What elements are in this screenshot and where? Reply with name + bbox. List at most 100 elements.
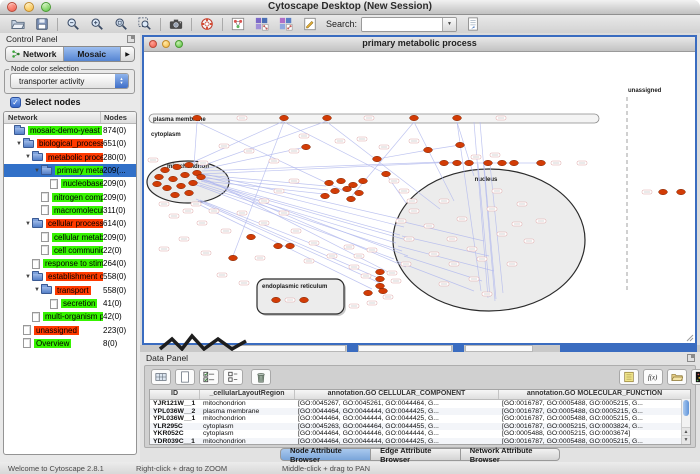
network-node[interactable] xyxy=(169,176,178,181)
expand-arrow-icon[interactable]: ▼ xyxy=(33,287,41,293)
snapshot-camera-icon[interactable] xyxy=(166,16,185,32)
network-edge[interactable] xyxy=(428,145,460,150)
column-header[interactable]: annotation.GO CELLULAR_COMPONENT xyxy=(295,390,499,399)
tree-row[interactable]: multi-organism pro42(0) xyxy=(4,310,136,323)
network-edge[interactable] xyxy=(194,122,197,166)
tab-network[interactable]: Network xyxy=(6,47,64,61)
table-scrollbar[interactable]: ▲ ▼ xyxy=(681,399,690,444)
network-node[interactable] xyxy=(465,160,474,165)
network-node[interactable] xyxy=(189,180,198,185)
network-node[interactable] xyxy=(300,297,309,302)
network-node[interactable] xyxy=(302,144,311,149)
network-node[interactable] xyxy=(537,160,546,165)
float-panel-icon[interactable] xyxy=(687,354,695,362)
network-edge[interactable] xyxy=(457,122,474,176)
network-node[interactable] xyxy=(355,190,364,195)
network-node[interactable] xyxy=(510,160,519,165)
expand-arrow-icon[interactable]: ▼ xyxy=(33,168,41,174)
tree-row[interactable]: cellular metabo209(0) xyxy=(4,230,136,243)
expand-arrow-icon[interactable]: ▼ xyxy=(24,154,32,160)
network-node[interactable] xyxy=(185,190,194,195)
open-folder-icon[interactable] xyxy=(8,16,27,32)
unselect-attributes-icon[interactable] xyxy=(223,369,243,385)
save-icon[interactable] xyxy=(32,16,51,32)
network-node[interactable] xyxy=(331,188,340,193)
network-node[interactable] xyxy=(373,156,382,161)
network-node[interactable] xyxy=(453,115,462,120)
tab-network-attribute-browser[interactable]: Network Attribute Browser xyxy=(461,448,560,461)
network-node[interactable] xyxy=(659,189,668,194)
tab-mosaic[interactable]: Mosaic xyxy=(64,47,122,61)
column-network[interactable]: Network xyxy=(8,113,38,122)
network-node[interactable] xyxy=(376,269,385,274)
network-edge[interactable] xyxy=(377,150,428,159)
network-edge[interactable] xyxy=(200,185,402,251)
network-view-window[interactable]: primary metabolic process plasma membran… xyxy=(142,35,697,345)
column-header[interactable]: annotation.GO MOLECULAR_FUNCTION xyxy=(499,390,691,399)
search-dropdown-arrow[interactable]: ▼ xyxy=(442,18,456,31)
network-node[interactable] xyxy=(343,186,352,191)
network-node[interactable] xyxy=(153,181,162,186)
node-color-dropdown[interactable]: transporter activity ▲▼ xyxy=(10,73,129,89)
tree-row[interactable]: ▼metabolic process280(0) xyxy=(4,151,136,164)
tab-overflow-arrow[interactable]: ▶ xyxy=(121,47,134,61)
tree-row[interactable]: macromolecule311(0) xyxy=(4,204,136,217)
function-builder-icon[interactable]: f(x) xyxy=(643,369,663,385)
import-attributes-folder-icon[interactable] xyxy=(667,369,687,385)
network-node[interactable] xyxy=(382,171,391,176)
network-node[interactable] xyxy=(280,115,289,120)
tree-row[interactable]: cell communicat22(0) xyxy=(4,244,136,257)
float-panel-icon[interactable] xyxy=(127,35,135,43)
scroll-down-icon[interactable]: ▼ xyxy=(682,435,690,444)
help-lifebuoy-icon[interactable] xyxy=(197,16,216,32)
network-node[interactable] xyxy=(247,234,256,239)
network-edge[interactable] xyxy=(386,174,406,203)
network-node[interactable] xyxy=(171,192,180,197)
column-nodes[interactable]: Nodes xyxy=(104,113,127,122)
tree-row[interactable]: unassigned223(0) xyxy=(4,323,136,336)
network-edge[interactable] xyxy=(201,181,410,241)
new-attribute-icon[interactable] xyxy=(175,369,195,385)
zoom-region-icon[interactable] xyxy=(135,16,154,32)
attribute-grid-icon[interactable] xyxy=(151,369,171,385)
network-node[interactable] xyxy=(325,180,334,185)
network-node[interactable] xyxy=(424,147,433,152)
network-node[interactable] xyxy=(161,167,170,172)
tab-node-attribute-browser[interactable]: Node Attribute Browser xyxy=(280,448,371,461)
network-node[interactable] xyxy=(185,162,194,167)
tree-row[interactable]: response to stimulu264(0) xyxy=(4,257,136,270)
network-node[interactable] xyxy=(453,160,462,165)
tree-row[interactable]: ▼cellular process614(0) xyxy=(4,217,136,230)
table-row[interactable]: YLR295Ccytoplasm[GO:0045263, GO:0044464,… xyxy=(150,423,690,431)
network-node[interactable] xyxy=(229,255,238,260)
tree-row[interactable]: Overview8(0) xyxy=(4,337,136,350)
tree-row[interactable]: secretion41(0) xyxy=(4,297,136,310)
network-canvas[interactable]: plasma membrane cytoplasm mitochondrion … xyxy=(144,51,695,343)
network-edge[interactable] xyxy=(202,162,442,171)
attribute-matrix-icon[interactable] xyxy=(691,369,700,385)
tree-row[interactable]: nitrogen compo209(0) xyxy=(4,190,136,203)
select-attributes-icon[interactable] xyxy=(199,369,219,385)
annotation-notepad-icon[interactable] xyxy=(619,369,639,385)
search-input[interactable] xyxy=(362,18,442,31)
select-nodes-checkbox[interactable]: ✓ xyxy=(10,97,21,108)
tab-edge-attribute-browser[interactable]: Edge Attribute Browser xyxy=(371,448,461,461)
expand-arrow-icon[interactable]: ▼ xyxy=(24,274,32,280)
table-row[interactable]: YPL036W__1mitochondrion[GO:0044464, GO:0… xyxy=(150,415,690,423)
network-node[interactable] xyxy=(163,185,172,190)
network-node[interactable] xyxy=(274,243,283,248)
table-row[interactable]: YPL036W__2plasma membrane[GO:0044464, GO… xyxy=(150,408,690,416)
network-node[interactable] xyxy=(321,193,330,198)
vizmapper-icon[interactable] xyxy=(252,16,271,32)
column-header[interactable]: ID xyxy=(150,390,200,399)
tree-row[interactable]: mosaic-demo-yeast874(0) xyxy=(4,124,136,137)
network-node[interactable] xyxy=(410,115,419,120)
scrollbar-thumb[interactable] xyxy=(683,400,689,416)
tree-row[interactable]: ▼biological_process651(0) xyxy=(4,137,136,150)
network-node[interactable] xyxy=(364,290,373,295)
network-node[interactable] xyxy=(173,164,182,169)
network-node[interactable] xyxy=(498,160,507,165)
expand-arrow-icon[interactable]: ▼ xyxy=(24,221,32,227)
tree-row[interactable]: ▼primary metabo209(... xyxy=(4,164,136,177)
network-node[interactable] xyxy=(155,174,164,179)
